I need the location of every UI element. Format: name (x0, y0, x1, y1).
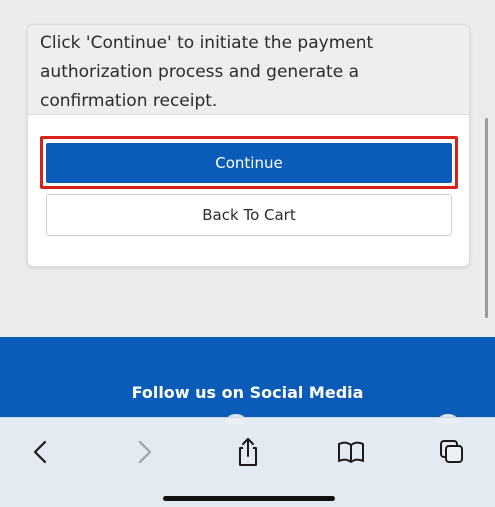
back-button[interactable] (19, 434, 63, 470)
checkout-confirmation-card: Click 'Continue' to initiate the payment… (27, 24, 470, 267)
instruction-text: Click 'Continue' to initiate the payment… (28, 25, 469, 115)
social-media-heading: Follow us on Social Media (131, 383, 364, 402)
back-to-cart-button[interactable]: Back To Cart (46, 194, 452, 236)
tabs-icon (440, 440, 463, 463)
browser-toolbar (0, 417, 495, 507)
share-icon (239, 438, 257, 466)
home-indicator[interactable] (163, 496, 335, 501)
tabs-button[interactable] (430, 434, 474, 470)
back-arrow-icon (33, 440, 47, 464)
forward-button[interactable] (122, 434, 166, 470)
page-viewport: Click 'Continue' to initiate the payment… (0, 0, 495, 507)
bookmarks-icon (338, 441, 364, 463)
forward-arrow-icon (138, 440, 152, 464)
bookmarks-button[interactable] (329, 434, 373, 470)
continue-button[interactable]: Continue (46, 143, 452, 183)
share-button[interactable] (226, 434, 270, 470)
page-scrollbar[interactable] (485, 118, 488, 318)
